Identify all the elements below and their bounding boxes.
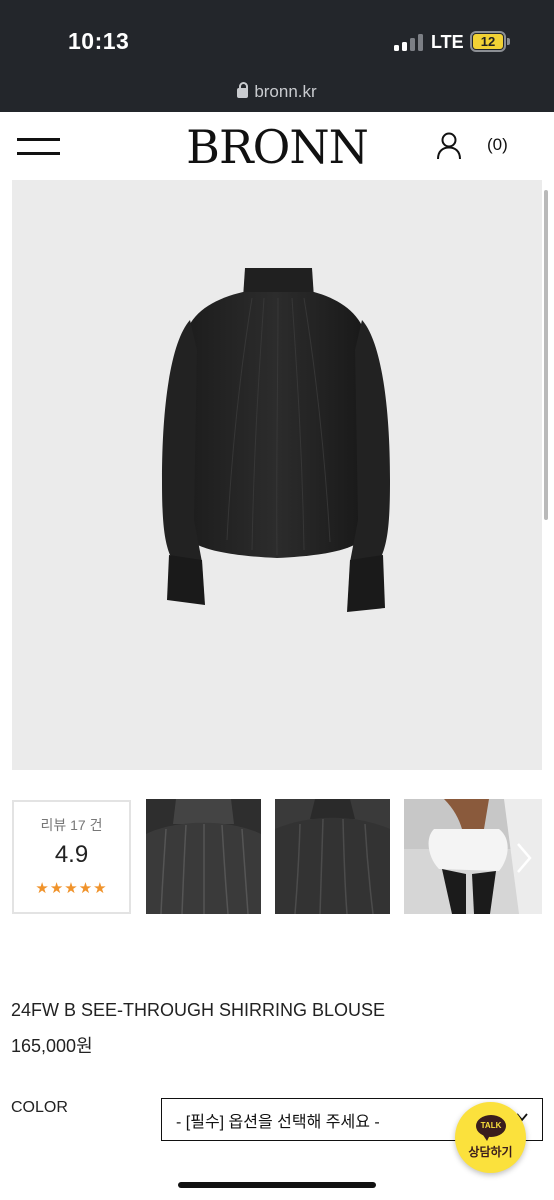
color-select-value: - [필수] 옵션을 선택해 주세요 - xyxy=(176,1113,380,1131)
scrollbar[interactable] xyxy=(544,190,548,520)
kakao-chat-button[interactable]: TALK 상담하기 xyxy=(455,1102,526,1173)
signal-icon xyxy=(394,33,424,51)
address-bar[interactable]: bronn.kr xyxy=(0,82,554,102)
thumbnail-2[interactable] xyxy=(275,799,390,914)
rating-stars: ★★★★★ xyxy=(35,880,108,897)
product-main-image[interactable] xyxy=(12,180,542,770)
battery-icon: 12 xyxy=(470,31,506,52)
battery-level: 12 xyxy=(473,34,503,49)
cart-count[interactable]: (0) xyxy=(487,135,508,155)
home-indicator[interactable] xyxy=(178,1182,376,1188)
kakao-label: 상담하기 xyxy=(468,1145,513,1159)
user-icon[interactable] xyxy=(436,132,462,160)
color-label: COLOR xyxy=(11,1099,68,1116)
network-label: LTE xyxy=(431,32,464,52)
talk-bubble-icon: TALK xyxy=(476,1115,506,1141)
review-count: 리뷰 17 건 xyxy=(40,817,103,833)
review-summary[interactable]: 리뷰 17 건 4.9 ★★★★★ xyxy=(12,800,131,914)
url-text: bronn.kr xyxy=(254,82,317,101)
brand-logo[interactable]: BRONN xyxy=(0,120,554,174)
thumbnail-1[interactable] xyxy=(146,799,261,914)
product-name: 24FW B SEE-THROUGH SHIRRING BLOUSE xyxy=(11,1000,386,1020)
product-price: 165,000원 xyxy=(11,1036,93,1056)
lock-icon xyxy=(237,82,249,98)
review-rating: 4.9 xyxy=(54,841,89,868)
status-bar: 10:13 LTE 12 bronn.kr xyxy=(0,0,554,112)
chevron-right-icon[interactable] xyxy=(514,842,534,874)
blouse-image xyxy=(162,268,390,612)
status-time: 10:13 xyxy=(68,28,130,54)
battery-nub xyxy=(507,38,510,45)
